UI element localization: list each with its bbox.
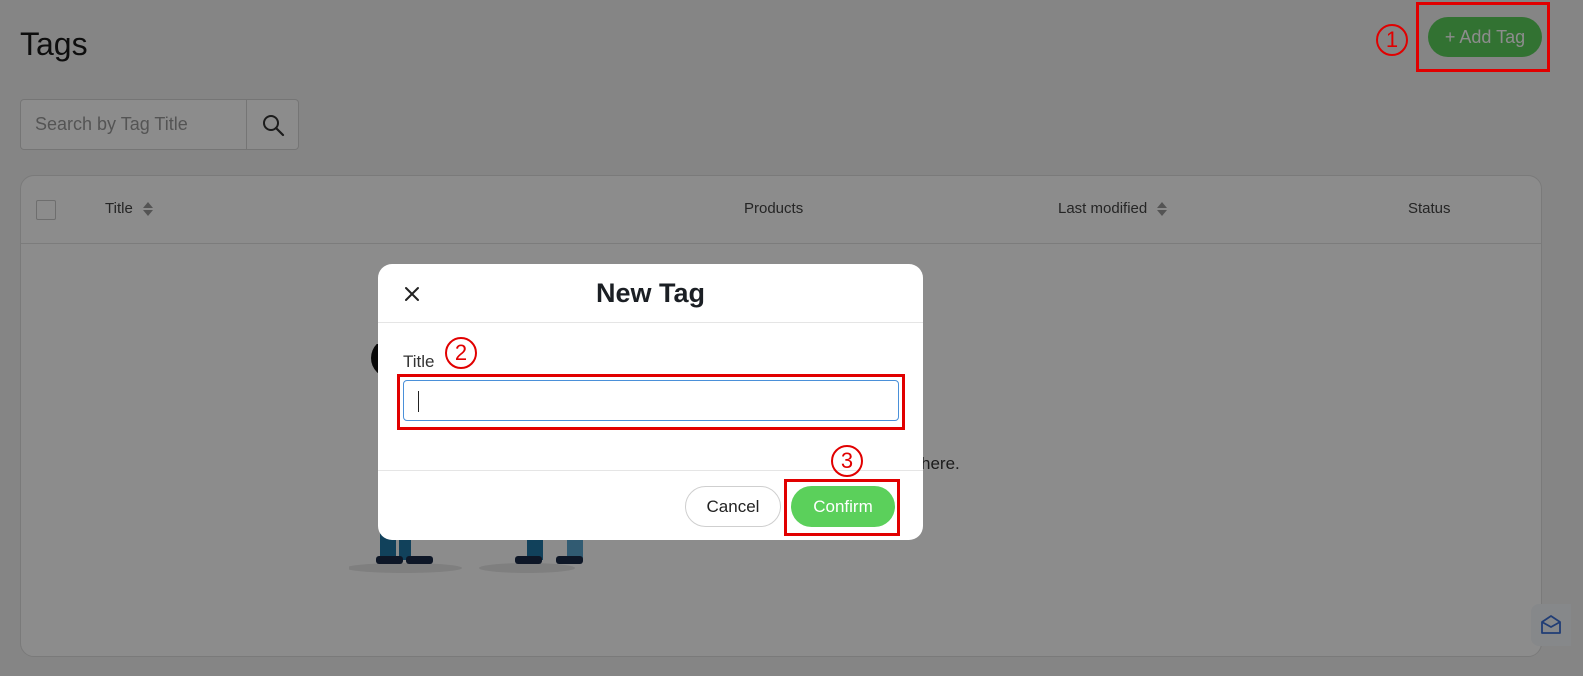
- dialog-header: New Tag: [378, 264, 923, 323]
- close-icon: [405, 287, 419, 301]
- annotation-box-confirm: [784, 479, 900, 536]
- title-field-label: Title: [403, 352, 435, 371]
- dialog-title: New Tag: [595, 278, 705, 308]
- annotation-number-3: 3: [831, 445, 863, 477]
- close-button[interactable]: [399, 281, 425, 307]
- annotation-number-2: 2: [445, 337, 477, 369]
- annotation-number-1: 1: [1376, 24, 1408, 56]
- annotation-box-add-tag: [1416, 2, 1550, 72]
- annotation-box-title-input: [397, 374, 905, 430]
- cancel-button[interactable]: Cancel: [685, 486, 781, 527]
